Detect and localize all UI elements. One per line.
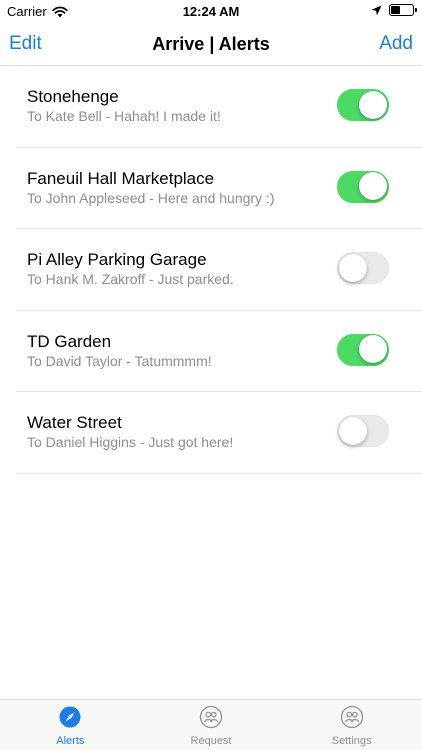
- toggle-knob: [358, 90, 387, 119]
- alert-subtitle: To Kate Bell - Hahah! I made it!: [27, 108, 221, 124]
- tab-label: Settings: [331, 735, 372, 747]
- list-item[interactable]: Water Street To Daniel Higgins - Just go…: [16, 392, 422, 474]
- navigation-bar: Edit Arrive | Alerts Add: [0, 24, 422, 66]
- alert-title: Stonehenge: [27, 87, 119, 106]
- people-circle-icon: [199, 705, 223, 729]
- toggle-knob: [338, 416, 367, 445]
- page-title: Arrive | Alerts: [152, 34, 270, 54]
- toggle-knob: [358, 172, 387, 200]
- alert-title: TD Garden: [27, 331, 112, 351]
- alert-toggle[interactable]: [337, 333, 389, 366]
- alert-toggle[interactable]: [337, 415, 389, 447]
- edit-button[interactable]: Edit: [9, 33, 42, 55]
- alert-subtitle: To David Taylor - Tatummmm!: [27, 352, 212, 369]
- list-item[interactable]: Stonehenge To Kate Bell - Hahah! I made …: [16, 66, 422, 148]
- alert-subtitle: To Hank M. Zakroff - Just parked.: [27, 271, 234, 287]
- alert-list: Stonehenge To Kate Bell - Hahah! I made …: [16, 66, 422, 474]
- alert-toggle[interactable]: [337, 89, 389, 121]
- toggle-knob: [338, 253, 367, 282]
- compass-icon: [59, 706, 81, 728]
- tab-settings[interactable]: Settings: [281, 700, 422, 750]
- alert-toggle[interactable]: [337, 170, 389, 203]
- tab-request[interactable]: Request: [141, 700, 282, 750]
- tab-label: Alerts: [56, 735, 85, 747]
- alert-subtitle: To John Appleseed - Here and hungry :): [27, 189, 275, 206]
- toggle-knob: [358, 335, 387, 363]
- add-button[interactable]: Add: [379, 33, 413, 55]
- alert-title: Water Street: [27, 413, 122, 432]
- alert-title: Pi Alley Parking Garage: [27, 250, 207, 269]
- status-bar: Carrier 12:24 AM: [0, 0, 422, 24]
- battery-fill: [391, 6, 401, 14]
- location-arrow-icon: [371, 5, 382, 15]
- alert-subtitle: To Daniel Higgins - Just got here!: [27, 434, 234, 450]
- people-circle-icon: [340, 705, 363, 729]
- battery-icon: [389, 4, 417, 16]
- alert-title: Faneuil Hall Marketplace: [27, 168, 215, 188]
- tab-alerts[interactable]: Alerts: [0, 700, 141, 750]
- list-item[interactable]: Pi Alley Parking Garage To Hank M. Zakro…: [16, 229, 422, 311]
- tab-bar: Alerts Request Settings: [0, 699, 422, 750]
- status-right: [371, 4, 417, 16]
- tab-label: Request: [190, 735, 232, 747]
- list-item[interactable]: TD Garden To David Taylor - Tatummmm!: [16, 311, 422, 392]
- alert-toggle[interactable]: [337, 252, 389, 284]
- list-item[interactable]: Faneuil Hall Marketplace To John Applese…: [16, 148, 422, 229]
- status-time: 12:24 AM: [182, 4, 240, 19]
